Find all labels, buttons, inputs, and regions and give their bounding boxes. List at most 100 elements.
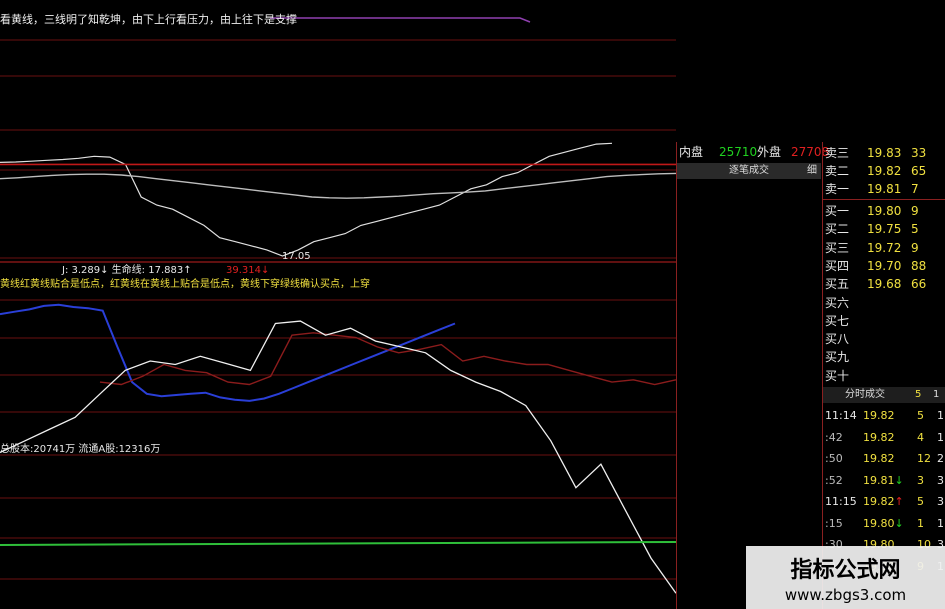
inner-label: 内盘 [679, 145, 704, 159]
bid-level-label: 买二 [825, 222, 850, 237]
chart-canvas [0, 17, 676, 594]
tick-vol: 4 [917, 430, 924, 444]
tick-vol: 1 [917, 516, 924, 530]
tick-vol: 5 [917, 495, 924, 508]
order-book-panel: 内盘 25710 外盘 27708 逐笔成交 细 [676, 142, 829, 609]
ask-level-volume: 7 [911, 182, 919, 196]
bid-level-row[interactable]: 买八 [823, 330, 945, 348]
indicator-readout: J: 3.289↓ 生命线: 17.883↑ [62, 265, 192, 276]
ticks-header-count: 5 [915, 389, 922, 400]
bid-level-row[interactable]: 买三 19.72 9 [823, 239, 945, 257]
ask-level-label: 卖三 [825, 146, 850, 160]
bid-level-volume: 9 [911, 240, 919, 255]
bid-level-label: 买七 [825, 313, 850, 328]
bid-ask-divider [823, 199, 945, 200]
bid-level-price: 19.75 [867, 222, 902, 237]
bid-level-label: 买十 [825, 368, 850, 383]
bid-level-row[interactable]: 买七 [823, 312, 945, 330]
ma-gray-line [0, 172, 676, 199]
tick-row[interactable]: :42 19.82 4 1 [823, 428, 945, 447]
tick-time: 11:15 [825, 495, 857, 508]
watermark-title: 指标公式网 [790, 558, 901, 583]
tick-vol2: 2 [937, 452, 944, 465]
bid-level-row[interactable]: 买五 19.68 66 [823, 275, 945, 293]
tick-row[interactable]: 11:15 19.82↑ 5 3 [823, 492, 945, 511]
low-price-label: 17.05 [282, 251, 311, 262]
ask-level-row[interactable]: 卖三 19.83 33 [823, 144, 945, 162]
ask-level-label: 卖一 [825, 182, 850, 196]
outer-label: 外盘 [757, 145, 782, 159]
bid-level-row[interactable]: 买九 [823, 348, 945, 366]
tick-row[interactable]: :52 19.81↓ 3 3 [823, 471, 945, 490]
tick-price: 19.80↓ [863, 516, 904, 530]
top-purple-line [270, 17, 531, 23]
quote-panel: 卖三 19.83 33 卖二 19.82 65 卖一 19.81 7 买一 19.80 9 买二 19.… [822, 142, 945, 609]
white-indicator-line [0, 320, 676, 594]
tick-vol2: 1 [937, 409, 944, 422]
bid-level-row[interactable]: 买四 19.70 88 [823, 257, 945, 275]
tick-detail-label: 逐笔成交 [729, 165, 769, 176]
bid-level-volume: 66 [911, 277, 927, 292]
bid-level-row[interactable]: 买六 [823, 294, 945, 312]
indicator-readout-value: 39.314↓ [226, 265, 270, 276]
trade-summary: 内盘 25710 外盘 27708 [677, 142, 829, 162]
bid-level-row[interactable]: 买十 [823, 367, 945, 385]
tick-vol: 12 [917, 452, 931, 465]
tick-vol: 5 [917, 409, 924, 422]
tick-vol2: 3 [937, 473, 944, 487]
tick-price: 19.82 [863, 452, 895, 465]
tick-time: :15 [825, 516, 843, 530]
tick-price: 19.82 [863, 430, 895, 444]
bid-level-label: 买一 [825, 204, 850, 218]
ticks-header-extra: 1 [933, 389, 940, 400]
ask-level-volume: 65 [911, 164, 927, 178]
ask-level-price: 19.82 [867, 164, 902, 178]
tick-row[interactable]: 11:14 19.82 5 1 [823, 406, 945, 425]
bid-level-price: 19.80 [867, 204, 902, 218]
ask-level-price: 19.81 [867, 182, 902, 196]
ask-level-row[interactable]: 卖二 19.82 65 [823, 162, 945, 180]
bid-level-label: 买五 [825, 277, 850, 292]
bid-level-label: 买九 [825, 350, 850, 365]
ticks-header[interactable]: 分时成交 5 1 [823, 387, 945, 403]
tick-price: 19.81↓ [863, 473, 904, 487]
tick-price: 19.82 [863, 409, 895, 422]
ask-level-volume: 33 [911, 146, 927, 160]
bid-level-row[interactable]: 买二 19.75 5 [823, 220, 945, 238]
inner-value: 25710 [719, 145, 758, 159]
bid-level-volume: 88 [911, 258, 927, 273]
green-indicator-line [0, 541, 676, 546]
tick-vol2: 1 [937, 516, 944, 530]
bid-level-label: 买四 [825, 258, 850, 273]
bid-level-price: 19.72 [867, 240, 902, 255]
tick-row[interactable]: :15 19.80↓ 1 1 [823, 514, 945, 533]
bid-level-volume: 9 [911, 204, 919, 218]
watermark-url: www.zbgs3.com [784, 586, 907, 604]
bid-level-price: 19.70 [867, 258, 902, 273]
bid-level-volume: 5 [911, 222, 919, 237]
tick-detail-right: 细 [807, 165, 817, 176]
tick-vol2: 3 [937, 495, 944, 508]
ask-level-row[interactable]: 卖一 19.81 7 [823, 180, 945, 198]
ticks-header-label: 分时成交 [845, 389, 885, 400]
tick-row[interactable]: :50 19.82 12 2 [823, 449, 945, 468]
bid-level-row[interactable]: 买一 19.80 9 [823, 202, 945, 220]
tick-time: :52 [825, 473, 843, 487]
tick-vol2: 1 [937, 430, 944, 444]
tick-time: :42 [825, 430, 843, 444]
indicator-description: 黄线红黄线贴合是低点，红黄线在黄线上贴合是低点，黄线下穿绿线确认买点，上穿 [0, 279, 370, 290]
price-series-line [0, 142, 613, 257]
tick-price: 19.82↑ [863, 495, 904, 508]
formula-note: 看黄线，三线明了知乾坤，由下上行看压力，由上往下是支撑 [0, 13, 297, 26]
tick-vol: 3 [917, 473, 924, 487]
watermark: 指标公式网 www.zbgs3.com [746, 546, 945, 609]
ask-level-label: 卖二 [825, 164, 850, 178]
bid-level-label: 买六 [825, 295, 850, 310]
share-info: 总股本:20741万 流通A股:12316万 [0, 444, 161, 455]
bid-level-label: 买三 [825, 240, 850, 255]
red-indicator-line [99, 332, 676, 386]
tick-time: :50 [825, 452, 843, 465]
bid-level-label: 买八 [825, 332, 850, 347]
ask-level-price: 19.83 [867, 146, 902, 160]
tick-detail-tab[interactable]: 逐笔成交 细 [677, 163, 821, 179]
